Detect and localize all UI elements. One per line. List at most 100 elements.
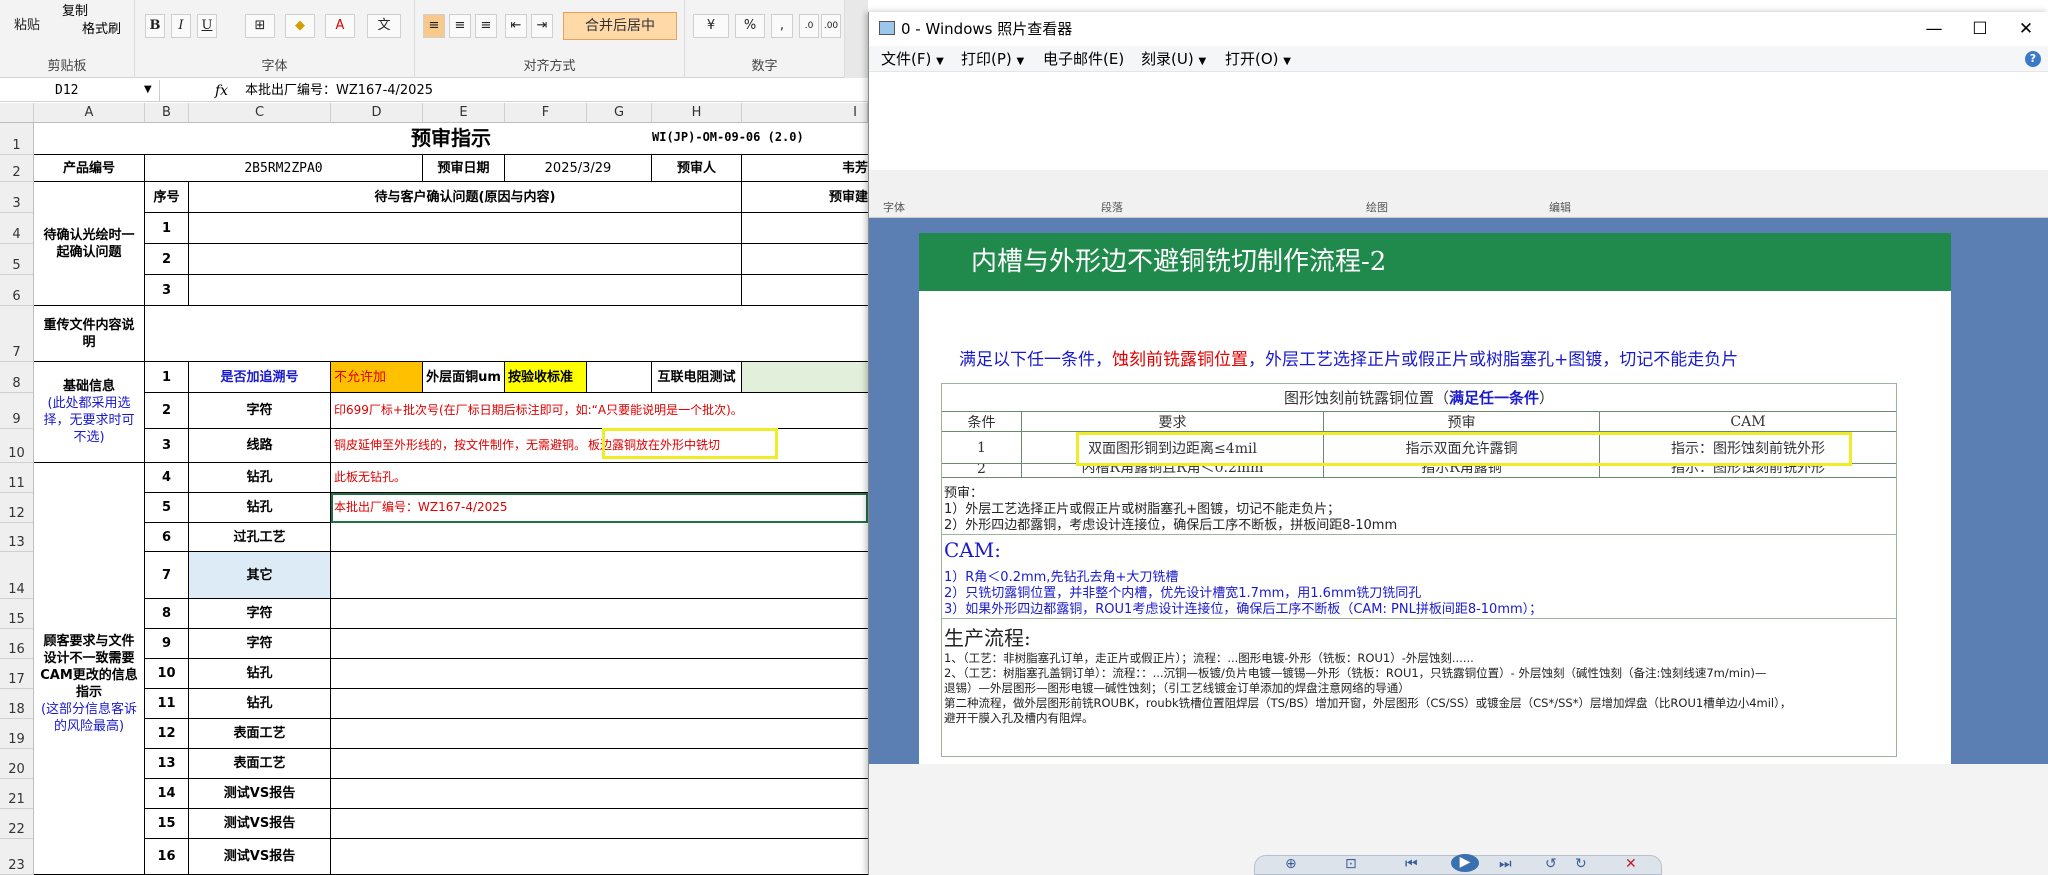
menu-open[interactable]: 打开(O) ▼ <box>1225 46 1291 75</box>
row-header[interactable]: 8 <box>0 362 34 393</box>
drill-instruction[interactable]: 此板无钻孔。 <box>331 463 868 493</box>
product-code-value[interactable]: 2B5RM2ZPA0 <box>145 155 423 182</box>
format-painter-button[interactable]: 格式刷 <box>82 18 121 37</box>
menu-print[interactable]: 打印(P) ▼ <box>961 46 1024 75</box>
row-header[interactable]: 17 <box>0 659 34 689</box>
seq-cell[interactable]: 1 <box>145 213 189 244</box>
row-category[interactable]: 过孔工艺 <box>189 523 331 552</box>
outer-copper-label[interactable]: 外层面铜um <box>423 362 505 393</box>
row-category[interactable]: 线路 <box>189 429 331 463</box>
actual-size-icon[interactable]: ⊡ <box>1345 856 1357 872</box>
empty-cell[interactable] <box>331 749 868 779</box>
decrease-decimal-button[interactable]: .00 <box>821 14 841 38</box>
row-category[interactable]: 钻孔 <box>189 689 331 719</box>
align-left-button[interactable]: ≡ <box>423 14 445 38</box>
empty-cell[interactable] <box>331 809 868 839</box>
comma-button[interactable]: , <box>771 14 793 38</box>
align-right-button[interactable]: ≡ <box>475 14 497 38</box>
minimize-button[interactable]: — <box>1911 12 1957 46</box>
pre-date-label[interactable]: 预审日期 <box>423 155 505 182</box>
interconnect-test-label[interactable]: 互联电阻测试 <box>652 362 742 393</box>
product-code-label[interactable]: 产品编号 <box>34 155 145 182</box>
column-header-f[interactable]: F <box>505 103 587 123</box>
index-cell[interactable]: 14 <box>145 779 189 809</box>
formula-content[interactable]: 本批出厂编号：WZ167-4/2025 <box>245 80 433 102</box>
row-header[interactable]: 23 <box>0 839 34 875</box>
row-header[interactable]: 4 <box>0 213 34 244</box>
row-header[interactable]: 18 <box>0 689 34 719</box>
basic-info-label[interactable]: 基础信息 (此处都采用选择，无要求时可不选) <box>34 362 145 463</box>
row-category[interactable]: 字符 <box>189 599 331 629</box>
currency-button[interactable]: ¥ <box>693 14 729 38</box>
empty-cell[interactable] <box>331 629 868 659</box>
underline-button[interactable]: U <box>197 14 217 38</box>
row-category[interactable]: 测试VS报告 <box>189 779 331 809</box>
seq-header[interactable]: 序号 <box>145 182 189 213</box>
rotate-right-icon[interactable]: ↻ <box>1575 856 1587 872</box>
increase-decimal-button[interactable]: .0 <box>799 14 819 38</box>
row-category[interactable]: 钻孔 <box>189 463 331 493</box>
merge-center-button[interactable]: 合并后居中 <box>563 12 677 40</box>
index-cell[interactable]: 7 <box>145 552 189 599</box>
row-header[interactable]: 15 <box>0 599 34 629</box>
name-box[interactable]: D12 <box>0 80 160 102</box>
font-color-button[interactable]: A <box>325 14 355 38</box>
row-header[interactable]: 14 <box>0 552 34 599</box>
empty-cell[interactable] <box>331 839 868 875</box>
rotate-left-icon[interactable]: ↺ <box>1545 856 1557 872</box>
row-header[interactable]: 11 <box>0 463 34 493</box>
viewer-image[interactable]: 字体 段落 绘图 编辑 内槽与外形边不避铜铣切制作流程-2 满足以下任一条件，蚀… <box>869 170 2048 764</box>
index-cell[interactable]: 3 <box>145 429 189 463</box>
row-header[interactable]: 5 <box>0 244 34 275</box>
zoom-icon[interactable]: ⊕ <box>1285 856 1297 872</box>
delete-icon[interactable]: ✕ <box>1625 856 1637 872</box>
index-cell[interactable]: 4 <box>145 463 189 493</box>
trace-number-label[interactable]: 是否加追溯号 <box>189 362 331 393</box>
pre-date-value[interactable]: 2025/3/29 <box>505 155 652 182</box>
increase-indent-button[interactable]: ⇥ <box>531 14 553 38</box>
column-header-c[interactable]: C <box>189 103 331 123</box>
italic-button[interactable]: I <box>171 14 191 38</box>
row-header[interactable]: 22 <box>0 809 34 839</box>
customer-req-label[interactable]: 顾客要求与文件设计不一致需要CAM更改的信息指示 (这部分信息客诉的风险最高) <box>34 463 145 875</box>
index-cell[interactable]: 6 <box>145 523 189 552</box>
index-cell[interactable]: 12 <box>145 719 189 749</box>
question-cell[interactable] <box>189 275 742 306</box>
question-cell[interactable] <box>189 244 742 275</box>
viewer-titlebar[interactable]: 0 - Windows 照片查看器 — ☐ ✕ <box>869 12 2048 46</box>
bold-button[interactable]: B <box>145 14 165 38</box>
border-button[interactable]: ⊞ <box>245 14 275 38</box>
menu-file[interactable]: 文件(F) ▼ <box>881 46 944 75</box>
phonetic-button[interactable]: 文 <box>367 14 401 38</box>
paste-button[interactable]: 粘贴 <box>8 6 46 46</box>
index-cell[interactable]: 5 <box>145 493 189 523</box>
percent-button[interactable]: % <box>735 14 765 38</box>
decrease-indent-button[interactable]: ⇤ <box>505 14 527 38</box>
question-header[interactable]: 待与客户确认问题(原因与内容) <box>189 182 742 213</box>
empty-cell[interactable] <box>331 599 868 629</box>
index-cell[interactable]: 11 <box>145 689 189 719</box>
pending-label[interactable]: 待确认光绘时一起确认问题 <box>34 182 145 306</box>
chevron-down-icon[interactable]: ▼ <box>144 84 152 95</box>
reviewer-value[interactable]: 韦芳 <box>742 155 868 182</box>
empty-cell[interactable] <box>331 552 868 599</box>
help-icon[interactable]: ? <box>2025 51 2041 67</box>
fill-color-button[interactable]: ◆ <box>285 14 315 38</box>
empty-cell[interactable] <box>587 362 652 393</box>
trace-number-select[interactable]: 不允许加 <box>331 362 423 393</box>
previous-icon[interactable]: ⏮ <box>1405 856 1418 872</box>
empty-cell[interactable] <box>331 523 868 552</box>
row-category[interactable]: 字符 <box>189 629 331 659</box>
outer-copper-select[interactable]: 按验收标准 <box>505 362 587 393</box>
empty-cell[interactable] <box>331 659 868 689</box>
empty-cell[interactable] <box>331 719 868 749</box>
close-button[interactable]: ✕ <box>2003 12 2048 46</box>
row-header[interactable]: 13 <box>0 523 34 552</box>
silkscreen-instruction[interactable]: 印699厂标+批次号(在厂标日期后标注即可，如:“A只要能说明是一个批次)。 <box>331 393 868 429</box>
align-center-button[interactable]: ≡ <box>449 14 471 38</box>
empty-cell[interactable] <box>331 689 868 719</box>
column-header-h[interactable]: H <box>652 103 742 123</box>
row-category[interactable]: 钻孔 <box>189 493 331 523</box>
column-header-d[interactable]: D <box>331 103 423 123</box>
index-cell[interactable]: 16 <box>145 839 189 875</box>
